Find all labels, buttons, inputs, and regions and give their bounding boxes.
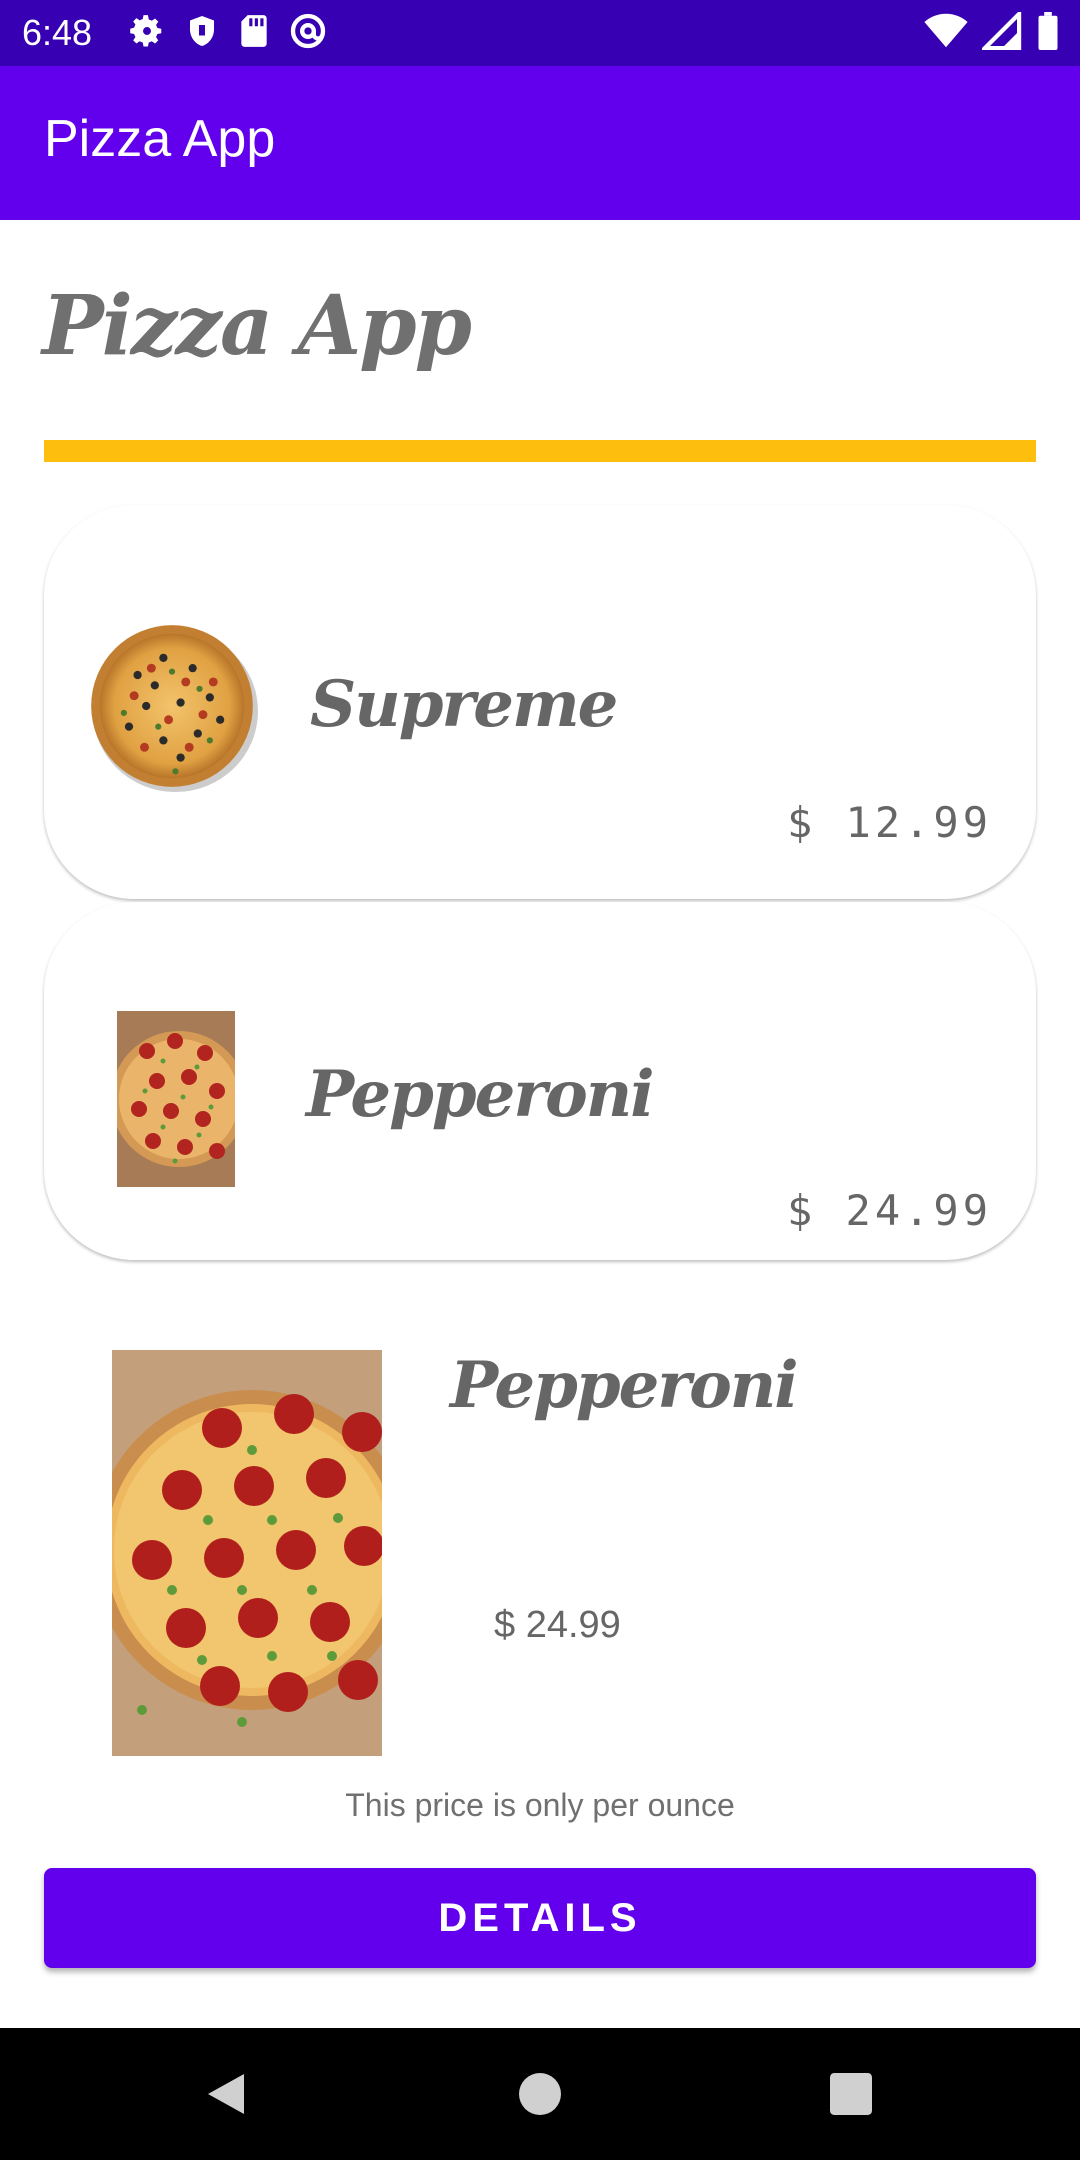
recents-icon[interactable]: [791, 2028, 911, 2160]
status-bar: 6:48: [0, 0, 1080, 66]
status-icons-right: [924, 8, 1060, 54]
wifi-icon: [924, 13, 968, 53]
detail-price: $ 24.99: [494, 1604, 621, 1646]
status-icons-left: [128, 12, 328, 54]
list-item[interactable]: Supreme $ 12.99: [44, 505, 1036, 899]
item-price: $ 12.99: [786, 798, 992, 847]
details-button[interactable]: DETAILS: [44, 1868, 1036, 1968]
detail-pizza-image: [112, 1350, 382, 1756]
item-price: $ 24.99: [786, 1186, 992, 1235]
app-bar: Pizza App: [0, 66, 1080, 220]
battery-icon: [1036, 12, 1060, 54]
main-content[interactable]: Pizza App Supreme $ 12.99 Pepperoni $ 24…: [0, 220, 1080, 2028]
item-name: Supreme: [310, 667, 618, 742]
pepperoni-pizza-image: [117, 1011, 235, 1187]
sd-card-icon: [238, 12, 270, 54]
list-item[interactable]: Pepperoni $ 24.99: [44, 902, 1036, 1260]
detail-name: Pepperoni: [450, 1348, 799, 1423]
supreme-pizza-image: [86, 620, 258, 792]
app-bar-title: Pizza App: [44, 110, 276, 168]
shield-icon: [184, 12, 220, 54]
page-title: Pizza App: [42, 278, 472, 374]
item-name: Pepperoni: [306, 1057, 655, 1132]
gear-icon: [128, 12, 166, 54]
signal-icon: [979, 8, 1022, 54]
home-icon[interactable]: [480, 2028, 600, 2160]
back-icon[interactable]: [166, 2028, 286, 2160]
status-time: 6:48: [22, 12, 93, 53]
at-sign-icon: [288, 11, 328, 55]
price-note: This price is only per ounce: [345, 1787, 735, 1823]
accent-divider: [44, 440, 1036, 462]
navigation-bar: [0, 2028, 1080, 2160]
